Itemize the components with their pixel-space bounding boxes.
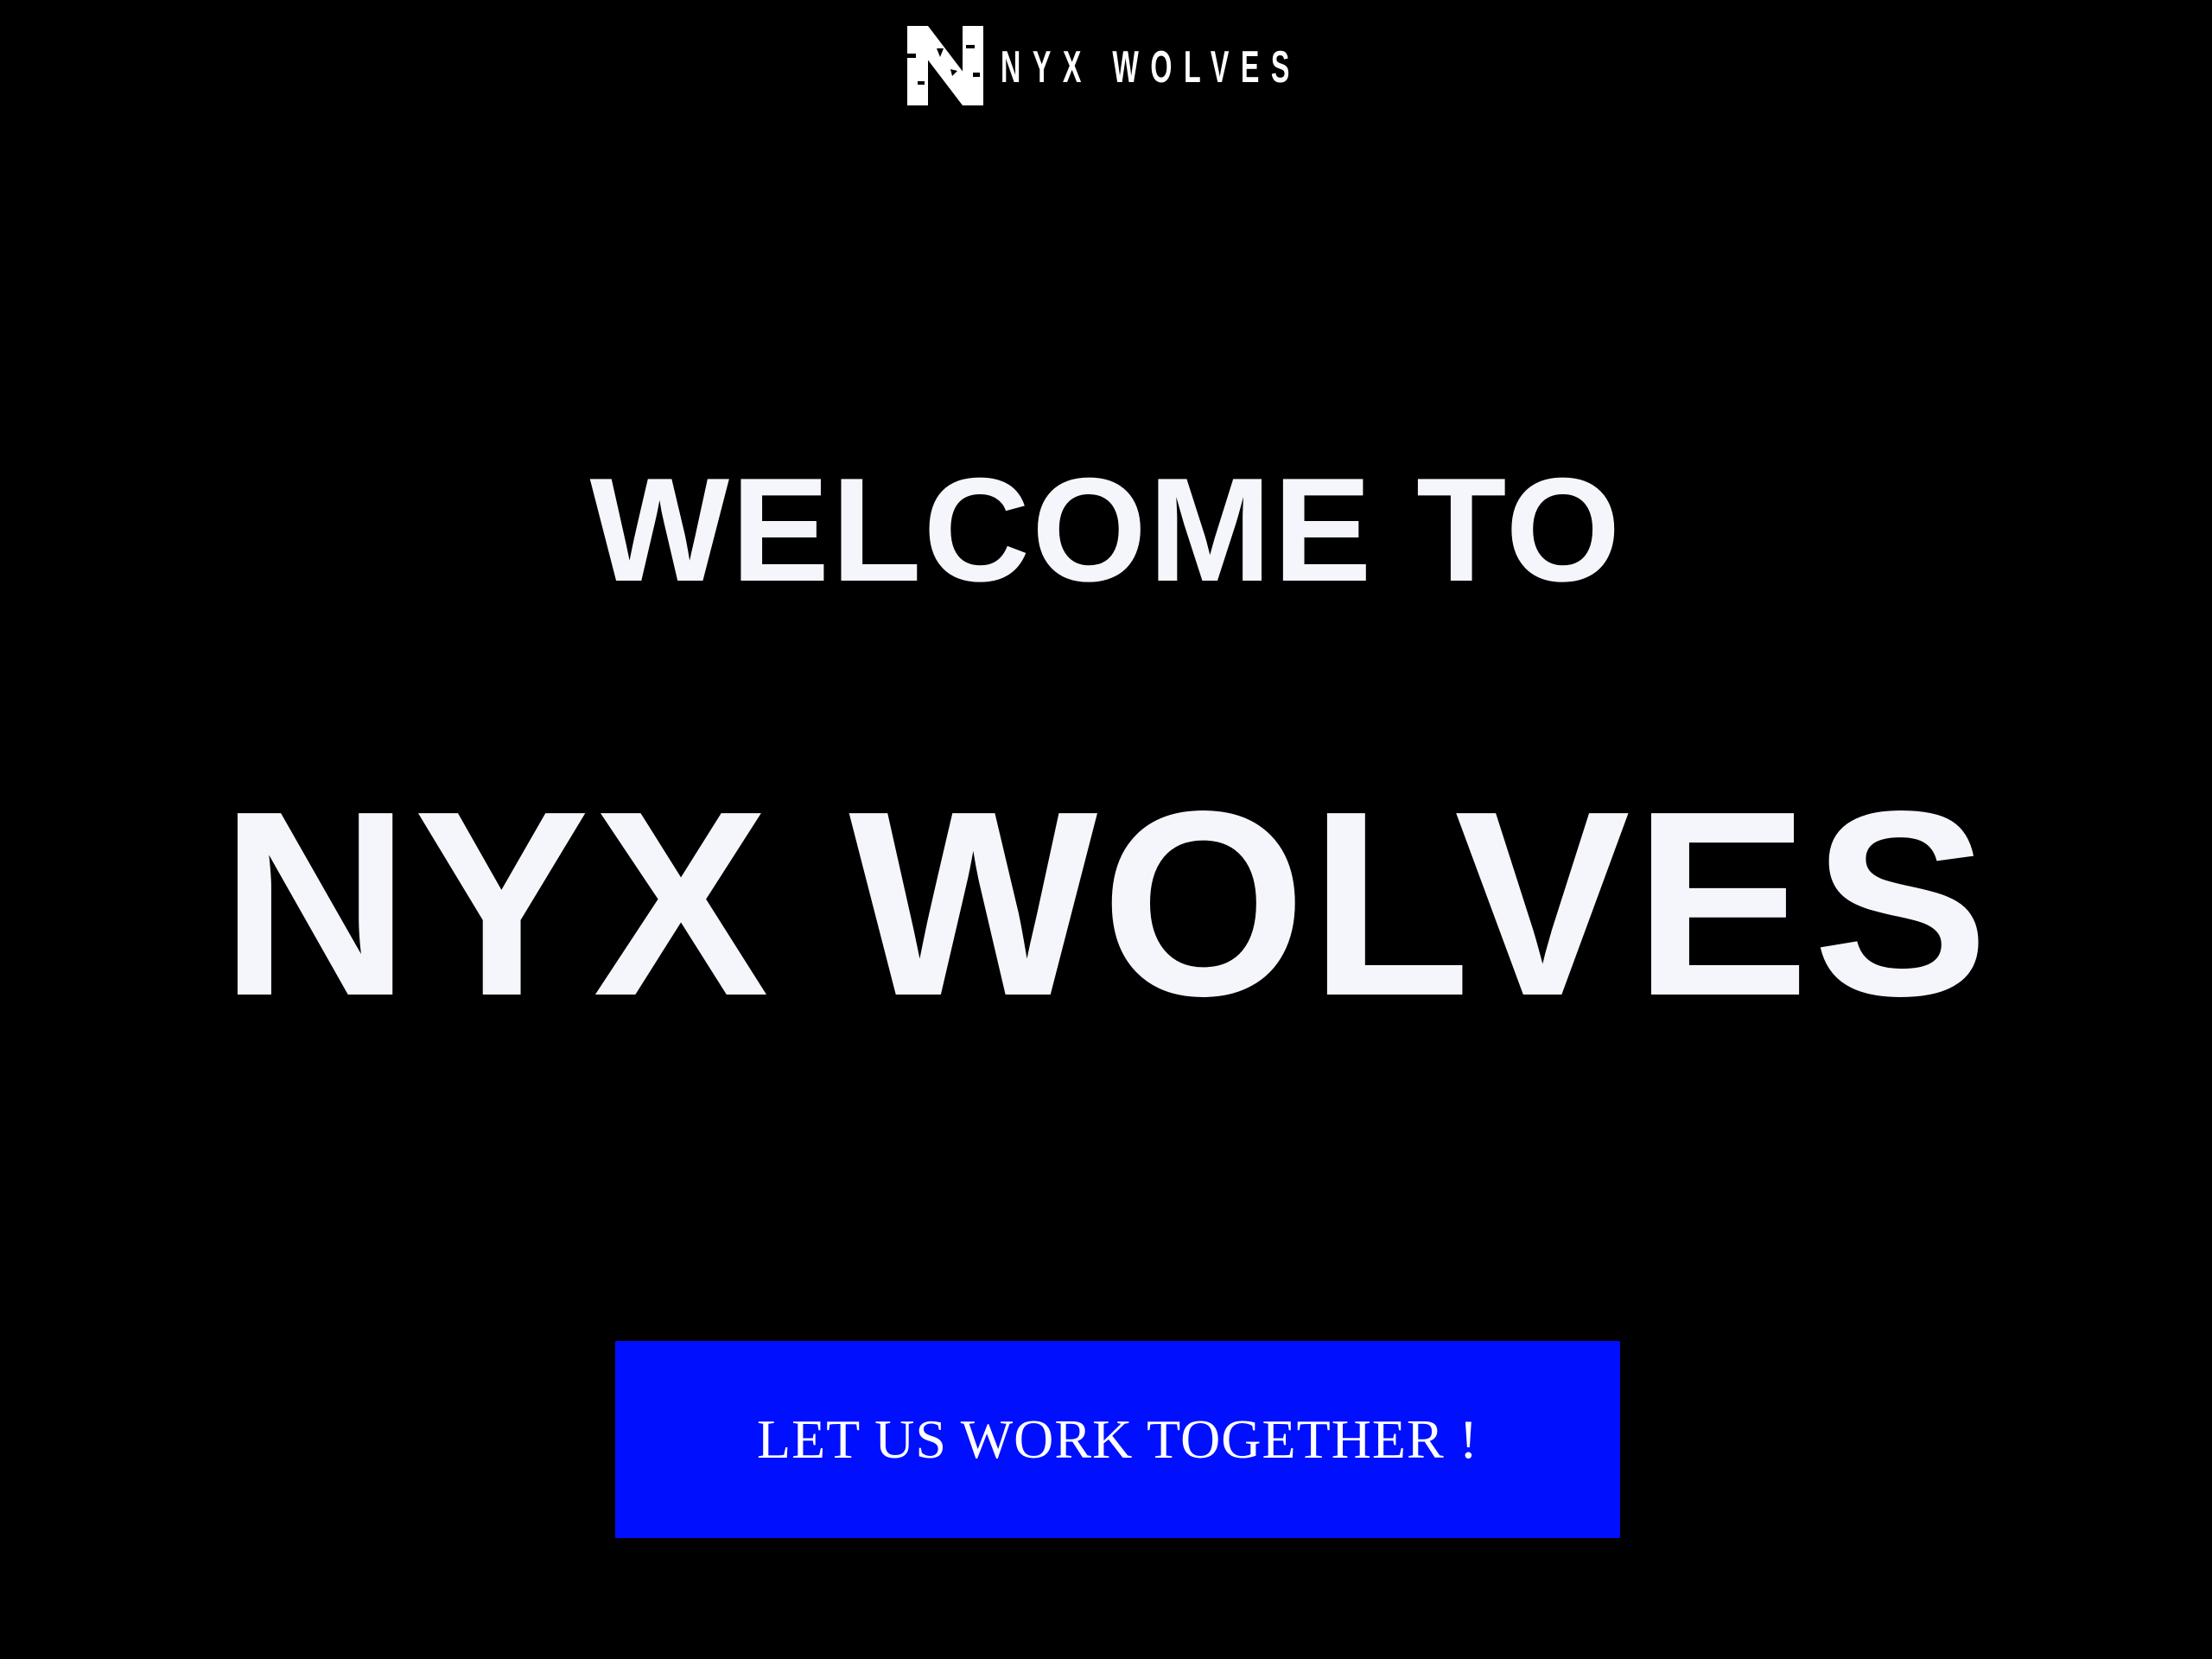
hero-brand-title: NYX WOLVES — [219, 756, 1993, 1051]
landing-page: NYX WOLVES WELCOME TO NYX WOLVES LET US … — [0, 0, 2212, 1659]
work-together-button[interactable]: LET US WORK TOGETHER ! — [615, 1341, 1620, 1538]
n-monogram-logo-icon — [902, 19, 992, 109]
logo-wordmark: NYX WOLVES — [1001, 42, 1301, 92]
site-logo[interactable]: NYX WOLVES — [902, 19, 1485, 109]
work-together-button-label: LET US WORK TOGETHER ! — [756, 1408, 1479, 1470]
hero-welcome-heading: WELCOME TO — [589, 448, 1623, 613]
